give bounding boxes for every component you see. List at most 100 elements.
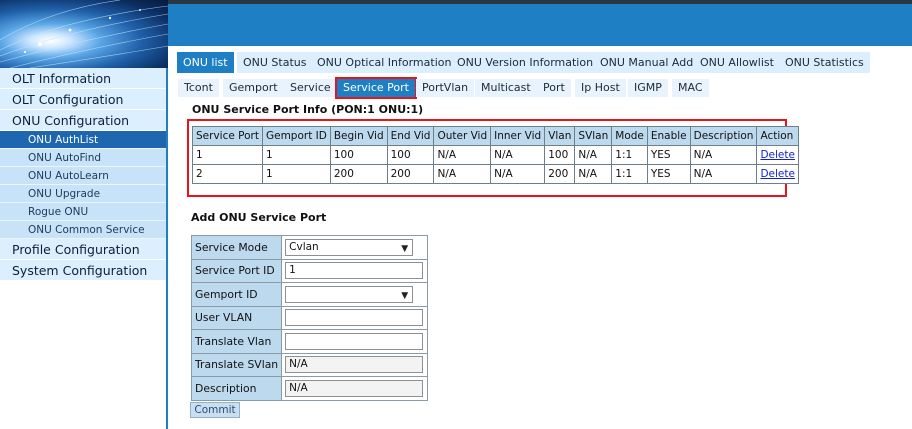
col-header: Enable [646, 126, 691, 146]
sidebar-subitem-onu-autofind[interactable]: ONU AutoFind [0, 149, 168, 167]
table-cell: 200 [544, 164, 576, 184]
tab-onu-optical-information[interactable]: ONU Optical Information [311, 52, 458, 73]
add-service-port-form: Service Mode Cvlan ▼ Service Port ID 1 G… [190, 235, 429, 401]
subtab-multicast[interactable]: Multicast [475, 79, 537, 97]
table-cell: N/A [574, 164, 613, 184]
tab-onu-allowlist[interactable]: ONU Allowlist [694, 52, 780, 73]
table-cell: 100 [544, 145, 576, 165]
translate-vlan-input[interactable] [285, 332, 424, 350]
subtab-portvlan[interactable]: PortVlan [416, 79, 475, 97]
logo-globe-image [0, 0, 168, 68]
subtab-service-port[interactable]: Service Port [335, 77, 417, 99]
gemport-id-select[interactable]: ▼ [285, 285, 414, 303]
gemport-id-label: Gemport ID [190, 282, 283, 307]
table-cell: YES [646, 145, 691, 165]
sidebar-item-onu-configuration[interactable]: ONU Configuration [0, 110, 168, 131]
add-service-port-title: Add ONU Service Port [191, 211, 327, 224]
table-cell: 200 [386, 164, 435, 184]
col-header: Begin Vid [329, 126, 388, 146]
sidebar-divider [166, 68, 168, 429]
description-cell: N/A [281, 376, 429, 401]
chevron-down-icon: ▼ [401, 243, 409, 254]
table-cell: 1 [261, 145, 331, 165]
col-header: Service Port [192, 126, 263, 146]
table-cell: 1 [261, 164, 331, 184]
table-cell: YES [646, 164, 691, 184]
col-header: Outer Vid [433, 126, 492, 146]
service-mode-cell: Cvlan ▼ [281, 235, 429, 260]
col-header: Action [756, 126, 799, 146]
user-vlan-input[interactable] [285, 309, 424, 327]
subtab-igmp[interactable]: IGMP [628, 79, 668, 97]
service-port-id-label: Service Port ID [190, 258, 283, 283]
col-header: Gemport ID [261, 126, 331, 146]
table-cell: 100 [386, 145, 435, 165]
table-cell: 200 [329, 164, 388, 184]
table-row: 2 1 200 200 N/A N/A 200 N/A 1:1 YES N/A … [192, 164, 799, 184]
tab-onu-manual-add[interactable]: ONU Manual Add [594, 52, 700, 73]
tab-onu-list[interactable]: ONU list [177, 52, 234, 73]
table-cell: N/A [574, 145, 613, 165]
service-port-info-title: ONU Service Port Info (PON:1 ONU:1) [192, 103, 424, 116]
subtab-service[interactable]: Service [284, 79, 337, 97]
page: OLT Information OLT Configuration ONU Co… [0, 0, 912, 429]
service-mode-label: Service Mode [190, 235, 283, 260]
table-cell: 100 [329, 145, 388, 165]
gemport-id-cell: ▼ [281, 282, 429, 307]
tab-onu-version-information[interactable]: ONU Version Information [451, 52, 600, 73]
user-vlan-cell [281, 305, 429, 330]
table-header-row: Service Port Gemport ID Begin Vid End Vi… [192, 126, 799, 146]
table-row: 1 1 100 100 N/A N/A 100 N/A 1:1 YES N/A … [192, 145, 799, 165]
translate-svlan-input[interactable]: N/A [285, 356, 424, 374]
sidebar: OLT Information OLT Configuration ONU Co… [0, 68, 168, 429]
delete-link[interactable]: Delete [760, 149, 795, 161]
sidebar-item-profile-configuration[interactable]: Profile Configuration [0, 239, 168, 260]
sidebar-subitem-onu-authlist[interactable]: ONU AuthList [0, 131, 168, 149]
service-port-id-input[interactable]: 1 [285, 262, 424, 280]
col-header: Description [689, 126, 758, 146]
sidebar-subitem-onu-autolearn[interactable]: ONU AutoLearn [0, 167, 168, 185]
tab-onu-status[interactable]: ONU Status [237, 52, 313, 73]
table-cell: 2 [192, 164, 263, 184]
sidebar-item-olt-configuration[interactable]: OLT Configuration [0, 89, 168, 110]
col-header: SVlan [574, 126, 613, 146]
table-cell: N/A [689, 164, 758, 184]
sidebar-subitem-onu-common-service[interactable]: ONU Common Service [0, 221, 168, 239]
col-header: Inner Vid [490, 126, 546, 146]
table-cell: N/A [433, 145, 492, 165]
subtab-gemport[interactable]: Gemport [223, 79, 284, 97]
description-input[interactable]: N/A [285, 379, 424, 397]
table-cell: N/A [689, 145, 758, 165]
user-vlan-label: User VLAN [190, 305, 283, 330]
sidebar-item-olt-information[interactable]: OLT Information [0, 68, 168, 89]
table-cell: Delete [756, 164, 799, 184]
service-mode-select[interactable]: Cvlan ▼ [285, 238, 414, 256]
translate-vlan-label: Translate Vlan [190, 329, 283, 354]
col-header: Mode [611, 126, 648, 146]
header-banner [168, 0, 912, 46]
sidebar-subitem-onu-upgrade[interactable]: ONU Upgrade [0, 185, 168, 203]
table-cell: Delete [756, 145, 799, 165]
subtab-mac[interactable]: MAC [672, 79, 709, 97]
commit-button[interactable]: Commit [190, 402, 240, 418]
delete-link[interactable]: Delete [760, 168, 795, 180]
service-port-table: Service Port Gemport ID Begin Vid End Vi… [192, 126, 799, 184]
col-header: End Vid [386, 126, 435, 146]
service-port-id-cell: 1 [281, 258, 429, 283]
translate-svlan-cell: N/A [281, 352, 429, 377]
translate-svlan-label: Translate SVlan [190, 352, 283, 377]
subtab-ip-host[interactable]: Ip Host [575, 79, 626, 97]
table-cell: N/A [490, 164, 546, 184]
description-label: Description [190, 376, 283, 401]
subtab-tcont[interactable]: Tcont [178, 79, 219, 97]
table-cell: 1 [192, 145, 263, 165]
subtab-port[interactable]: Port [537, 79, 571, 97]
table-cell: 1:1 [611, 164, 648, 184]
service-mode-value: Cvlan [289, 240, 319, 253]
sidebar-item-system-configuration[interactable]: System Configuration [0, 260, 168, 281]
sidebar-subitem-rogue-onu[interactable]: Rogue ONU [0, 203, 168, 221]
tab-onu-statistics[interactable]: ONU Statistics [779, 52, 870, 73]
chevron-down-icon: ▼ [401, 290, 409, 301]
translate-vlan-cell [281, 329, 429, 354]
col-header: Vlan [544, 126, 576, 146]
